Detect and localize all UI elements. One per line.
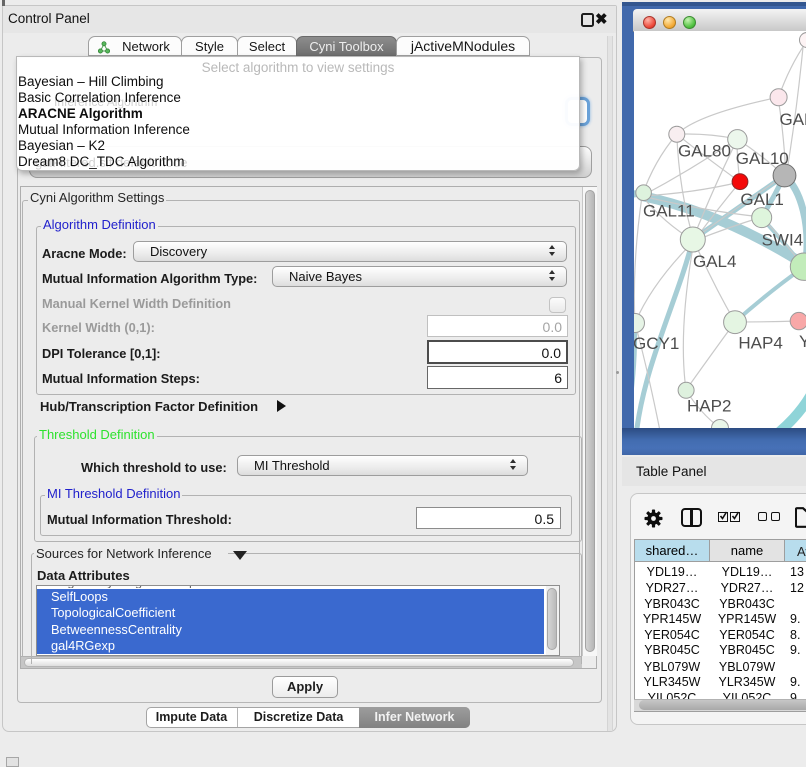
svg-text:Y: Y	[799, 332, 806, 351]
svg-text:GAL10: GAL10	[736, 149, 789, 168]
svg-text:GCY1: GCY1	[634, 334, 679, 353]
svg-text:GAL7: GAL7	[780, 110, 806, 129]
svg-text:SWI4: SWI4	[762, 231, 804, 250]
svg-text:HAP2: HAP2	[687, 397, 731, 416]
svg-text:GAL80: GAL80	[678, 142, 731, 161]
svg-text:HAP4: HAP4	[738, 334, 782, 353]
svg-text:GAL4: GAL4	[693, 252, 736, 271]
svg-text:GAL1: GAL1	[740, 190, 783, 209]
svg-text:GAL11: GAL11	[643, 202, 695, 221]
